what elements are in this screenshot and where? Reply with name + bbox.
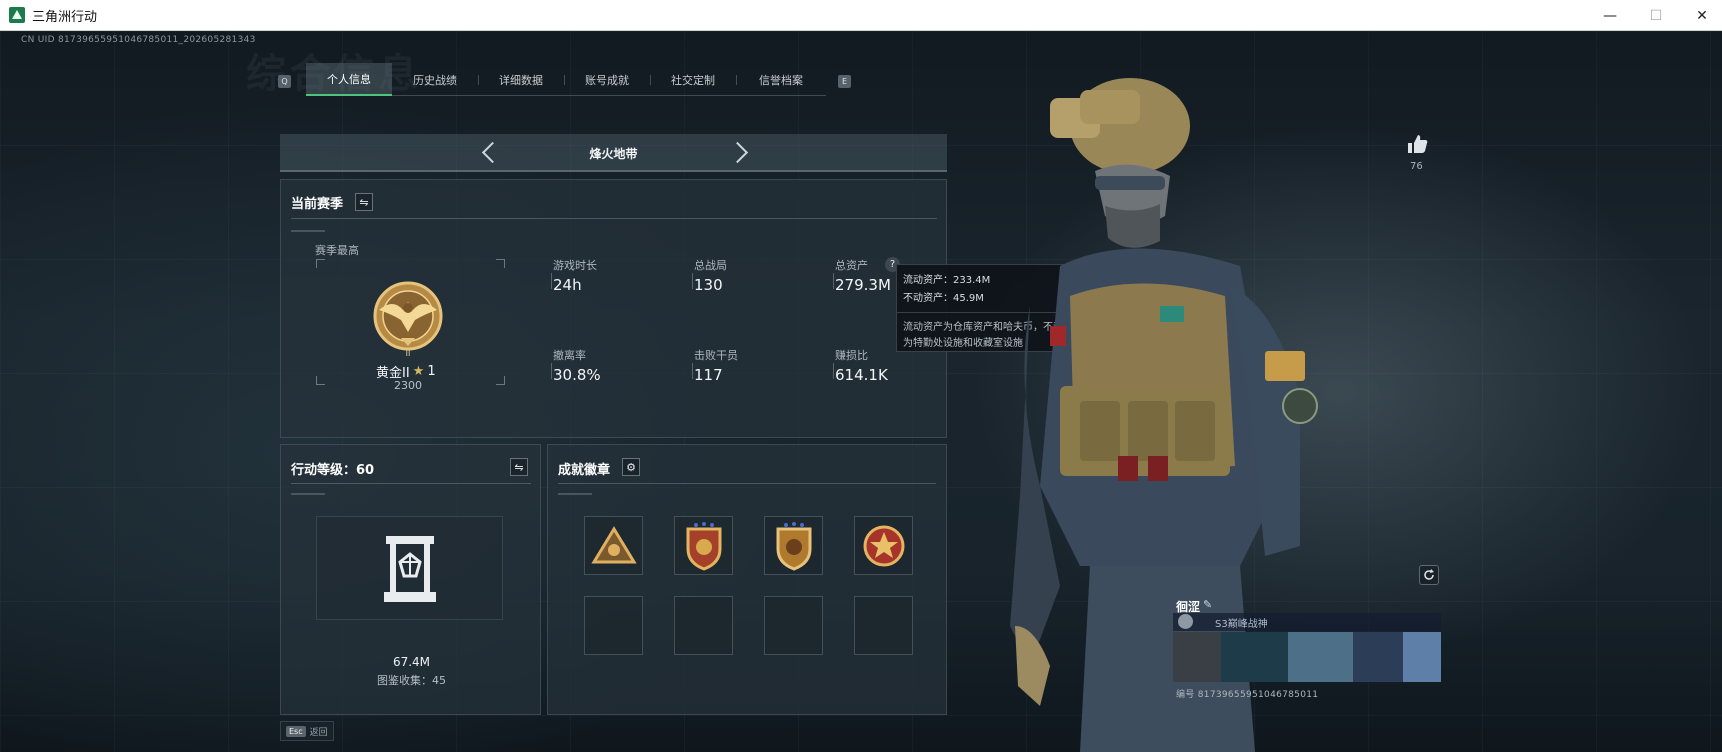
player-id: 编号 81739655951046785011 <box>1176 690 1319 700</box>
star-icon: ★ <box>412 364 425 379</box>
divider <box>291 483 531 484</box>
stat-value-playtime: 24h <box>553 276 582 294</box>
stat-label-kills: 击败干员 <box>694 349 738 362</box>
level-switch-button[interactable]: ⇋ <box>510 458 528 476</box>
stat-bar <box>692 363 693 379</box>
edit-name-icon[interactable]: ✎ <box>1203 598 1212 611</box>
thumbs-up-icon[interactable] <box>1406 133 1428 155</box>
gold-rank-emblem-icon: II <box>373 281 443 358</box>
like-count: 76 <box>1410 161 1423 172</box>
window-title: 三角洲行动 <box>32 9 98 25</box>
stat-value-profit-ratio: 614.1K <box>835 366 888 384</box>
player-title-strip <box>1173 613 1441 631</box>
tab-prev-key[interactable]: Q <box>278 75 291 88</box>
stat-label-profit-ratio: 赚损比 <box>835 349 868 362</box>
tab-history[interactable]: 历史战绩 <box>392 63 478 96</box>
divider <box>558 483 936 484</box>
star-medal-badge-icon <box>863 525 904 566</box>
shield-badge-icon <box>776 521 811 571</box>
frame-corner <box>316 259 325 268</box>
decor-line <box>558 493 592 495</box>
tooltip-description-2: 为特勤处设施和收藏室设施 <box>903 338 1023 349</box>
stat-bar <box>692 273 693 289</box>
empty-badge-slot[interactable] <box>674 596 733 655</box>
stat-bar <box>551 363 552 379</box>
frame-corner <box>496 259 505 268</box>
minimize-button[interactable]: — <box>1587 0 1633 31</box>
empty-badge-slot[interactable] <box>854 596 913 655</box>
back-hint[interactable]: Esc 返回 <box>280 721 334 741</box>
window-titlebar: 三角洲行动 — ☐ ✕ <box>0 0 1722 31</box>
mode-next-arrow-icon[interactable] <box>728 141 752 165</box>
achievements-panel: 成就徽章 ⚙ <box>547 444 947 715</box>
tab-bar: 个人信息 历史战绩 详细数据 账号成就 社交定制 信誉档案 <box>306 63 826 96</box>
mode-title: 烽火地带 <box>589 146 638 161</box>
title-badge-icon <box>1178 614 1193 629</box>
tab-details[interactable]: 详细数据 <box>478 63 564 96</box>
mode-selector: 烽火地带 <box>280 134 947 172</box>
collection-count: 图鉴收集：45 <box>377 674 446 687</box>
game-view: CN UID 8173965595104678501​1_20260528134… <box>0 31 1722 752</box>
decor-line <box>291 493 325 495</box>
stat-label-extract-rate: 撤离率 <box>553 349 586 362</box>
divider <box>291 218 937 219</box>
stat-bar <box>551 273 552 289</box>
stat-value-extract-rate: 30.8% <box>553 366 601 384</box>
rank-stars: 1 <box>427 364 436 379</box>
level-panel: 行动等级：60 ⇋ 67.4M 图鉴收集：45 <box>280 444 541 715</box>
achievement-badge[interactable] <box>584 516 643 575</box>
achievement-badge[interactable] <box>854 516 913 575</box>
achievements-title: 成就徽章 <box>558 463 611 478</box>
tooltip-liquid-assets: 流动资产：233.4M <box>903 275 991 286</box>
player-uid: CN UID 8173965595104678501​1_20260528134… <box>21 35 256 45</box>
stat-label-assets: 总资产 <box>835 259 868 272</box>
tab-reputation[interactable]: 信誉档案 <box>736 63 826 96</box>
decor-line <box>291 230 325 232</box>
achievement-badge[interactable] <box>674 516 733 575</box>
app-logo-icon <box>9 7 25 23</box>
stat-label-playtime: 游戏时长 <box>553 259 597 272</box>
stat-bar <box>833 273 834 289</box>
empty-badge-slot[interactable] <box>764 596 823 655</box>
shield-badge-icon <box>686 521 721 571</box>
empty-badge-slot[interactable] <box>584 596 643 655</box>
close-button[interactable]: ✕ <box>1679 0 1722 31</box>
player-title: S3巅峰战神 <box>1215 619 1268 630</box>
collection-value: 67.4M <box>392 655 431 669</box>
tab-next-key[interactable]: E <box>838 75 851 88</box>
player-card[interactable]: 徊涩 ✎ S3巅峰战神 编号 81739655951046785011 <box>1173 596 1441 716</box>
achievement-badge[interactable] <box>764 516 823 575</box>
collection-cabinet-icon <box>384 536 436 602</box>
season-best-label: 赛季最高 <box>315 244 359 257</box>
season-title: 当前赛季 <box>291 197 344 212</box>
stat-label-matches: 总战局 <box>694 259 727 272</box>
maximize-button[interactable]: ☐ <box>1633 0 1679 31</box>
stat-bar <box>833 363 834 379</box>
level-title: 行动等级：60 <box>291 463 375 478</box>
tooltip-fixed-assets: 不动资产：45.9M <box>903 293 984 304</box>
svg-text:II: II <box>406 349 411 358</box>
back-label: 返回 <box>309 727 328 738</box>
triangle-badge-icon <box>590 525 637 563</box>
player-banner <box>1173 632 1441 682</box>
rank-score: 2300 <box>394 379 422 392</box>
season-panel: 当前赛季 ⇋ 赛季最高 II 黄金II ★ 1 2300 游戏时长 24h 总战… <box>280 179 947 438</box>
tab-social[interactable]: 社交定制 <box>650 63 736 96</box>
esc-key: Esc <box>286 725 306 737</box>
stat-value-kills: 117 <box>694 366 723 384</box>
tab-personal-info[interactable]: 个人信息 <box>306 63 392 96</box>
refresh-icon <box>1424 569 1434 580</box>
achievements-settings-button[interactable]: ⚙ <box>622 458 640 476</box>
stat-value-matches: 130 <box>694 276 723 294</box>
refresh-button[interactable] <box>1419 565 1439 585</box>
season-switch-button[interactable]: ⇋ <box>355 193 373 211</box>
stat-value-assets: 279.3M <box>835 276 891 294</box>
tab-achievements[interactable]: 账号成就 <box>564 63 650 96</box>
